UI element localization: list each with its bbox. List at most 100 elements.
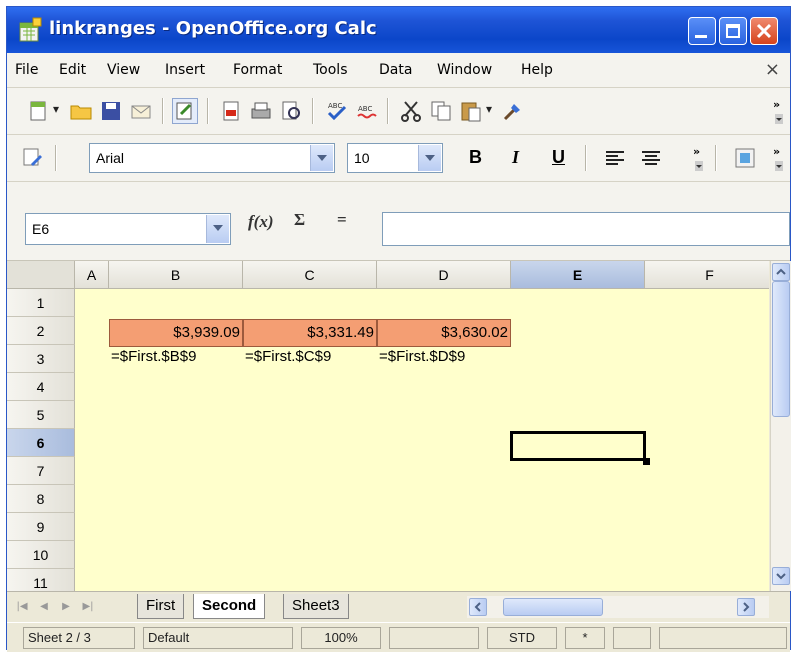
new-document-icon[interactable]: [27, 99, 51, 123]
row-header[interactable]: 3: [7, 345, 75, 373]
column-header[interactable]: A: [75, 261, 109, 289]
underline-button[interactable]: U: [552, 147, 565, 168]
font-name-combo[interactable]: Arial: [89, 143, 335, 173]
active-cell-e6[interactable]: [510, 431, 646, 461]
column-header[interactable]: B: [109, 261, 243, 289]
menu-data[interactable]: Data: [379, 62, 412, 78]
toolbar-overflow-icon[interactable]: »: [691, 143, 707, 173]
cell-c3[interactable]: =$First.$C$9: [245, 348, 331, 365]
spellcheck-icon[interactable]: ABC: [325, 99, 349, 123]
menu-file[interactable]: File: [15, 62, 38, 78]
vertical-scrollbar[interactable]: [770, 261, 791, 591]
cell-d2[interactable]: $3,630.02: [377, 319, 511, 347]
copy-icon[interactable]: [429, 99, 453, 123]
row-header[interactable]: 11: [7, 569, 75, 591]
save-icon[interactable]: [99, 99, 123, 123]
sum-button[interactable]: Σ: [294, 210, 305, 230]
close-icon: [756, 23, 772, 39]
page-preview-icon[interactable]: [279, 99, 303, 123]
row-header[interactable]: 4: [7, 373, 75, 401]
clone-formatting-icon[interactable]: [501, 99, 525, 123]
cell-d3[interactable]: =$First.$D$9: [379, 348, 465, 365]
gallery-icon[interactable]: [733, 146, 757, 170]
scroll-down-button[interactable]: [772, 567, 790, 585]
toolbar-overflow-icon[interactable]: »: [771, 96, 787, 126]
menu-edit[interactable]: Edit: [59, 62, 86, 78]
status-selection-mode[interactable]: STD: [487, 627, 557, 649]
print-icon[interactable]: [249, 99, 273, 123]
horizontal-scrollbar[interactable]: [467, 596, 769, 618]
status-zoom[interactable]: 100%: [301, 627, 381, 649]
sheet-tab-first[interactable]: First: [137, 594, 185, 619]
menu-format[interactable]: Format: [233, 62, 282, 78]
edit-file-icon[interactable]: [172, 98, 198, 124]
cell-b2[interactable]: $3,939.09: [109, 319, 243, 347]
previous-sheet-nav-icon[interactable]: ◀: [37, 600, 51, 614]
first-sheet-nav-icon[interactable]: |◀: [15, 600, 29, 614]
email-icon[interactable]: [129, 99, 153, 123]
close-button[interactable]: [750, 17, 778, 45]
column-header[interactable]: D: [377, 261, 511, 289]
formula-equals-button[interactable]: =: [337, 210, 347, 230]
bold-button[interactable]: B: [469, 147, 482, 168]
name-box[interactable]: E6: [25, 213, 231, 245]
column-header[interactable]: C: [243, 261, 377, 289]
font-size-combo[interactable]: 10: [347, 143, 443, 173]
spreadsheet-grid[interactable]: A B C D E F 1 2 3 4 5 6 7 8 9 10 11 $3,9…: [7, 261, 769, 591]
menu-insert[interactable]: Insert: [165, 62, 205, 78]
row-header[interactable]: 8: [7, 485, 75, 513]
align-left-icon[interactable]: [603, 146, 627, 170]
minimize-icon: [695, 35, 707, 38]
paste-dropdown-icon[interactable]: ▾: [486, 102, 492, 116]
formula-input[interactable]: [382, 212, 790, 246]
cell-b3[interactable]: =$First.$B$9: [111, 348, 196, 365]
minimize-button[interactable]: [688, 17, 716, 45]
scroll-up-button[interactable]: [772, 263, 790, 281]
scroll-right-button[interactable]: [737, 598, 755, 616]
sheet-tab-sheet3[interactable]: Sheet3: [283, 594, 349, 619]
row-header[interactable]: 2: [7, 317, 75, 345]
sheet-tab-second[interactable]: Second: [193, 594, 266, 619]
chevron-down-icon[interactable]: [418, 145, 441, 171]
status-page-style[interactable]: Default: [143, 627, 293, 649]
menu-view[interactable]: View: [107, 62, 140, 78]
row-header[interactable]: 5: [7, 401, 75, 429]
menu-window[interactable]: Window: [437, 62, 492, 78]
standard-toolbar: ▾ ABC ABC ▾ »: [7, 88, 790, 135]
function-wizard-button[interactable]: f(x): [248, 212, 273, 232]
cell-c2[interactable]: $3,331.49: [243, 319, 377, 347]
chevron-down-icon[interactable]: [206, 215, 229, 243]
row-header[interactable]: 10: [7, 541, 75, 569]
align-center-icon[interactable]: [639, 146, 663, 170]
last-sheet-nav-icon[interactable]: ▶|: [81, 600, 95, 614]
vertical-scroll-thumb[interactable]: [772, 281, 790, 417]
close-document-button[interactable]: ×: [765, 59, 780, 80]
horizontal-scroll-thumb[interactable]: [503, 598, 603, 616]
row-header[interactable]: 7: [7, 457, 75, 485]
row-header[interactable]: 9: [7, 513, 75, 541]
svg-text:»: »: [773, 145, 780, 158]
new-dropdown-icon[interactable]: ▾: [53, 102, 59, 116]
scroll-left-button[interactable]: [469, 598, 487, 616]
menu-help[interactable]: Help: [521, 62, 553, 78]
italic-button[interactable]: I: [512, 147, 519, 168]
fill-handle[interactable]: [643, 458, 650, 465]
cut-icon[interactable]: [399, 99, 423, 123]
open-folder-icon[interactable]: [69, 99, 93, 123]
row-header-selected[interactable]: 6: [7, 429, 75, 457]
toolbar-overflow-icon[interactable]: »: [771, 143, 787, 173]
column-header-selected[interactable]: E: [511, 261, 645, 289]
select-all-corner[interactable]: [7, 261, 75, 289]
menu-tools[interactable]: Tools: [313, 62, 348, 78]
sheet-tab-bar: |◀ ◀ ▶ ▶| First Second Sheet3: [7, 591, 790, 622]
row-header[interactable]: 1: [7, 289, 75, 317]
export-pdf-icon[interactable]: [219, 99, 243, 123]
title-bar[interactable]: linkranges - OpenOffice.org Calc: [7, 7, 790, 53]
column-header[interactable]: F: [645, 261, 769, 289]
auto-spellcheck-icon[interactable]: ABC: [355, 99, 379, 123]
paste-icon[interactable]: [459, 99, 483, 123]
chevron-down-icon[interactable]: [310, 145, 333, 171]
next-sheet-nav-icon[interactable]: ▶: [59, 600, 73, 614]
maximize-button[interactable]: [719, 17, 747, 45]
styles-formatting-icon[interactable]: [21, 146, 45, 170]
